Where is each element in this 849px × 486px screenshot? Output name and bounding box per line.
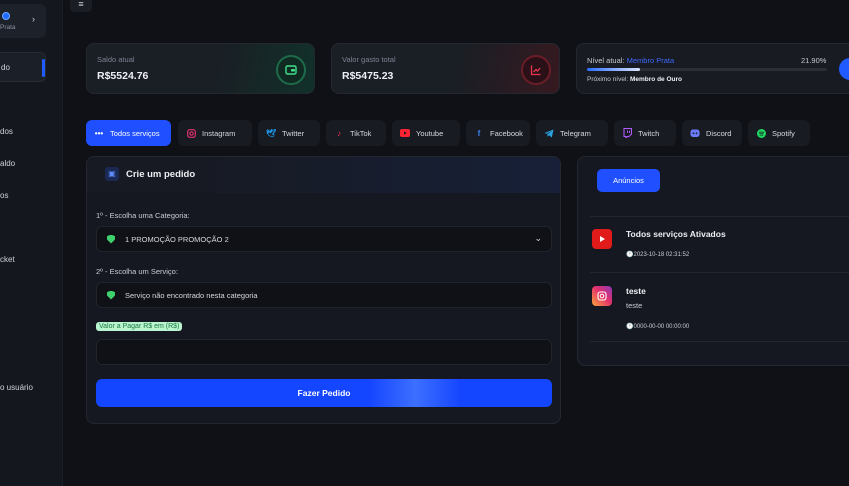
announcement-title: teste [626,286,646,296]
announcement-date: 🕐0000-00-00 00:00:00 [626,324,690,330]
announcement-body: teste [626,301,643,310]
tab-instagram[interactable]: Instagram [178,120,252,146]
hamburger-icon: ≡ [78,0,84,9]
tab-discord[interactable]: Discord [682,120,742,146]
balance-label: Saldo atual [97,55,135,64]
tab-facebook[interactable]: f Facebook [466,120,530,146]
level-progress-bar [587,68,827,71]
value-badge: Valor a Pagar R$ em (R$) [96,322,183,331]
cart-icon: ▣ [105,167,119,181]
menu-toggle-button[interactable]: ≡ [70,0,92,12]
level-label: Nível atual: Membro Prata [587,56,675,65]
total-spent-label: Valor gasto total [342,55,396,64]
profile-rank: Prata [0,24,16,31]
tab-twitter[interactable]: 🕊 Twitter [258,120,320,146]
order-header: ▣ Crie um pedido [87,157,560,193]
tab-spotify[interactable]: Spotify [748,120,810,146]
tab-todos-servicos[interactable]: ••• Todos serviços [86,120,171,146]
facebook-icon: f [477,128,481,138]
tab-tiktok[interactable]: ♪ TikTok [326,120,386,146]
shield-icon [107,290,115,300]
discord-icon [690,128,700,138]
service-select[interactable]: Serviço não encontrado nesta categoria [96,282,552,308]
wallet-icon [276,55,306,85]
divider [590,272,849,273]
sidebar-item-servicos[interactable]: os [0,191,8,200]
tiktok-icon: ♪ [337,128,341,138]
tab-telegram[interactable]: Telegram [536,120,608,146]
sidebar-item-usuario[interactable]: o usuário [0,383,33,392]
category-value: 1 PROMOÇÃO PROMOÇÃO 2 [125,234,229,244]
instagram-icon [592,286,612,306]
shield-icon [107,234,115,244]
tab-twitch[interactable]: Twitch [614,120,676,146]
balance-value: R$5524.76 [97,70,149,82]
sidebar-item-ticket[interactable]: cket [0,255,15,264]
level-rank: Membro Prata [626,56,675,65]
sidebar: Prata › do dos aldo os cket o usuário [0,0,63,486]
total-spent-card: Valor gasto total R$5475.23 [331,43,560,94]
telegram-icon [544,128,554,138]
value-input[interactable] [96,339,552,365]
sidebar-item-saldo[interactable]: aldo [0,159,15,168]
sidebar-item-dashboard[interactable]: do [0,52,46,82]
verified-icon [2,12,10,20]
spotify-icon [756,128,766,138]
twitter-icon: 🕊 [265,128,277,138]
level-details-button[interactable]: › [839,58,849,80]
announcements-panel: Anúncios Todos serviços Ativados 🕐2023-1… [577,156,849,366]
youtube-icon [592,229,612,249]
category-label: 1º - Escolha uma Categoria: [96,211,190,220]
level-percent: 21.90% [801,56,827,65]
divider [590,341,849,342]
announcement-date: 🕐2023-10-18 02:31:52 [626,252,690,258]
order-panel: ▣ Crie um pedido 1º - Escolha uma Catego… [86,156,561,424]
tab-youtube[interactable]: Youtube [392,120,460,146]
youtube-icon [400,128,410,138]
active-indicator [42,59,45,77]
service-value: Serviço não encontrado nesta categoria [125,290,258,300]
instagram-icon [186,128,196,138]
chevron-down-icon: ⌄ [534,233,542,243]
dots-icon: ••• [94,128,104,138]
level-card: Nível atual: Membro Prata 21.90% Próximo… [576,43,849,94]
chart-up-icon [521,55,551,85]
service-label: 2º - Escolha um Serviço: [96,267,178,276]
twitch-icon [622,128,632,138]
announcements-button[interactable]: Anúncios [597,169,660,192]
order-title: Crie um pedido [126,169,196,180]
announcement-item: teste teste 🕐0000-00-00 00:00:00 [590,286,849,336]
next-level: Próximo nível: Membro de Ouro [587,76,683,83]
announcement-title: Todos serviços Ativados [626,229,726,239]
category-select[interactable]: 1 PROMOÇÃO PROMOÇÃO 2 ⌄ [96,226,552,252]
next-level-rank: Membro de Ouro [630,76,683,83]
submit-order-button[interactable]: Fazer Pedido [96,379,552,407]
sidebar-item-label: do [1,63,10,72]
divider [590,216,849,217]
profile-card[interactable]: Prata › [0,4,46,38]
chevron-right-icon[interactable]: › [32,14,35,24]
total-spent-value: R$5475.23 [342,70,394,82]
balance-card: Saldo atual R$5524.76 [86,43,315,94]
level-progress-fill [587,68,640,71]
sidebar-item-pedidos[interactable]: dos [0,127,13,136]
